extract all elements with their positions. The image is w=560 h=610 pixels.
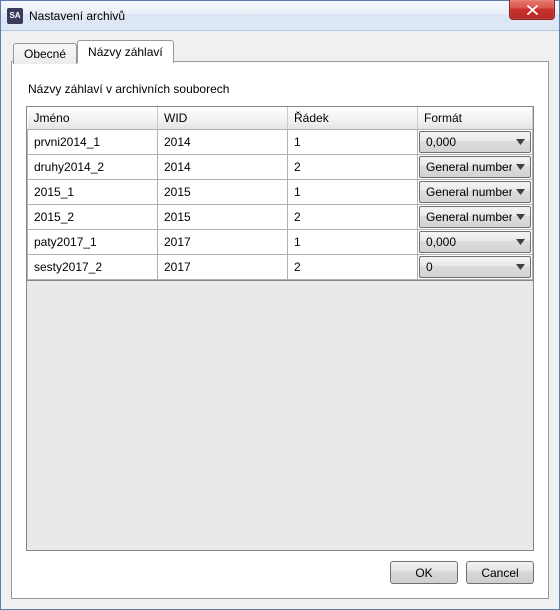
table-row[interactable]: 2015_120151 General number (28, 180, 533, 205)
table-row[interactable]: sesty2017_2201720 (28, 255, 533, 280)
ok-button[interactable]: OK (390, 561, 458, 584)
window-title: Nastavení archivů (29, 9, 125, 23)
chevron-down-icon (512, 139, 528, 145)
cell-name[interactable]: paty2017_1 (28, 232, 157, 252)
cell-row[interactable]: 1 (288, 232, 417, 252)
cell-name[interactable]: 2015_2 (28, 207, 157, 227)
client-area: Obecné Názvy záhlaví Názvy záhlaví v arc… (1, 31, 559, 609)
cell-row[interactable]: 2 (288, 157, 417, 177)
grid-container: Jméno WID Řádek Formát prvni2014_1201410… (26, 106, 534, 551)
cell-wid[interactable]: 2015 (158, 182, 287, 202)
tab-strip: Obecné Názvy záhlaví (11, 39, 549, 62)
cancel-button[interactable]: Cancel (466, 561, 534, 584)
format-combobox[interactable]: General number (419, 181, 531, 203)
tab-general[interactable]: Obecné (13, 43, 77, 64)
close-icon (527, 5, 538, 15)
combo-value: 0,000 (426, 235, 512, 249)
grid-empty-area (27, 280, 533, 550)
cell-name[interactable]: 2015_1 (28, 182, 157, 202)
combo-value: General number (426, 160, 512, 174)
headers-grid[interactable]: Jméno WID Řádek Formát prvni2014_1201410… (27, 107, 533, 280)
col-header-format[interactable]: Formát (418, 107, 533, 130)
cell-row[interactable]: 2 (288, 207, 417, 227)
combo-value: General number (426, 185, 512, 199)
cell-wid[interactable]: 2017 (158, 232, 287, 252)
table-row[interactable]: prvni2014_120141 0,000 (28, 130, 533, 155)
grid-header-row: Jméno WID Řádek Formát (28, 107, 533, 130)
format-combobox[interactable]: General number (419, 156, 531, 178)
col-header-wid[interactable]: WID (158, 107, 288, 130)
tab-headers[interactable]: Názvy záhlaví (77, 40, 174, 63)
format-combobox[interactable]: 0,000 (419, 231, 531, 253)
close-button[interactable] (509, 0, 555, 20)
cell-wid[interactable]: 2014 (158, 132, 287, 152)
chevron-down-icon (512, 214, 528, 220)
cell-name[interactable]: druhy2014_2 (28, 157, 157, 177)
tab-label: Názvy záhlaví (88, 45, 163, 59)
table-row[interactable]: druhy2014_220142 General number (28, 155, 533, 180)
dialog-window: SA Nastavení archivů Obecné Názvy záhlav… (0, 0, 560, 610)
combo-value: 0 (426, 260, 512, 274)
chevron-down-icon (512, 189, 528, 195)
tab-label: Obecné (24, 47, 66, 61)
chevron-down-icon (512, 264, 528, 270)
cell-wid[interactable]: 2017 (158, 257, 287, 277)
cell-name[interactable]: sesty2017_2 (28, 257, 157, 277)
tab-panel-headers: Názvy záhlaví v archivních souborech Jmé… (11, 61, 549, 599)
app-icon: SA (7, 8, 23, 24)
dialog-button-row: OK Cancel (26, 551, 534, 584)
cell-name[interactable]: prvni2014_1 (28, 132, 157, 152)
format-combobox[interactable]: 0 (419, 256, 531, 278)
table-row[interactable]: paty2017_120171 0,000 (28, 230, 533, 255)
chevron-down-icon (512, 164, 528, 170)
cell-row[interactable]: 1 (288, 132, 417, 152)
col-header-row[interactable]: Řádek (288, 107, 418, 130)
cell-row[interactable]: 2 (288, 257, 417, 277)
format-combobox[interactable]: General number (419, 206, 531, 228)
combo-value: 0,000 (426, 135, 512, 149)
chevron-down-icon (512, 239, 528, 245)
panel-description: Názvy záhlaví v archivních souborech (28, 82, 534, 96)
cell-row[interactable]: 1 (288, 182, 417, 202)
combo-value: General number (426, 210, 512, 224)
cell-wid[interactable]: 2015 (158, 207, 287, 227)
table-row[interactable]: 2015_220152 General number (28, 205, 533, 230)
titlebar: SA Nastavení archivů (1, 1, 559, 31)
format-combobox[interactable]: 0,000 (419, 131, 531, 153)
cell-wid[interactable]: 2014 (158, 157, 287, 177)
col-header-name[interactable]: Jméno (28, 107, 158, 130)
